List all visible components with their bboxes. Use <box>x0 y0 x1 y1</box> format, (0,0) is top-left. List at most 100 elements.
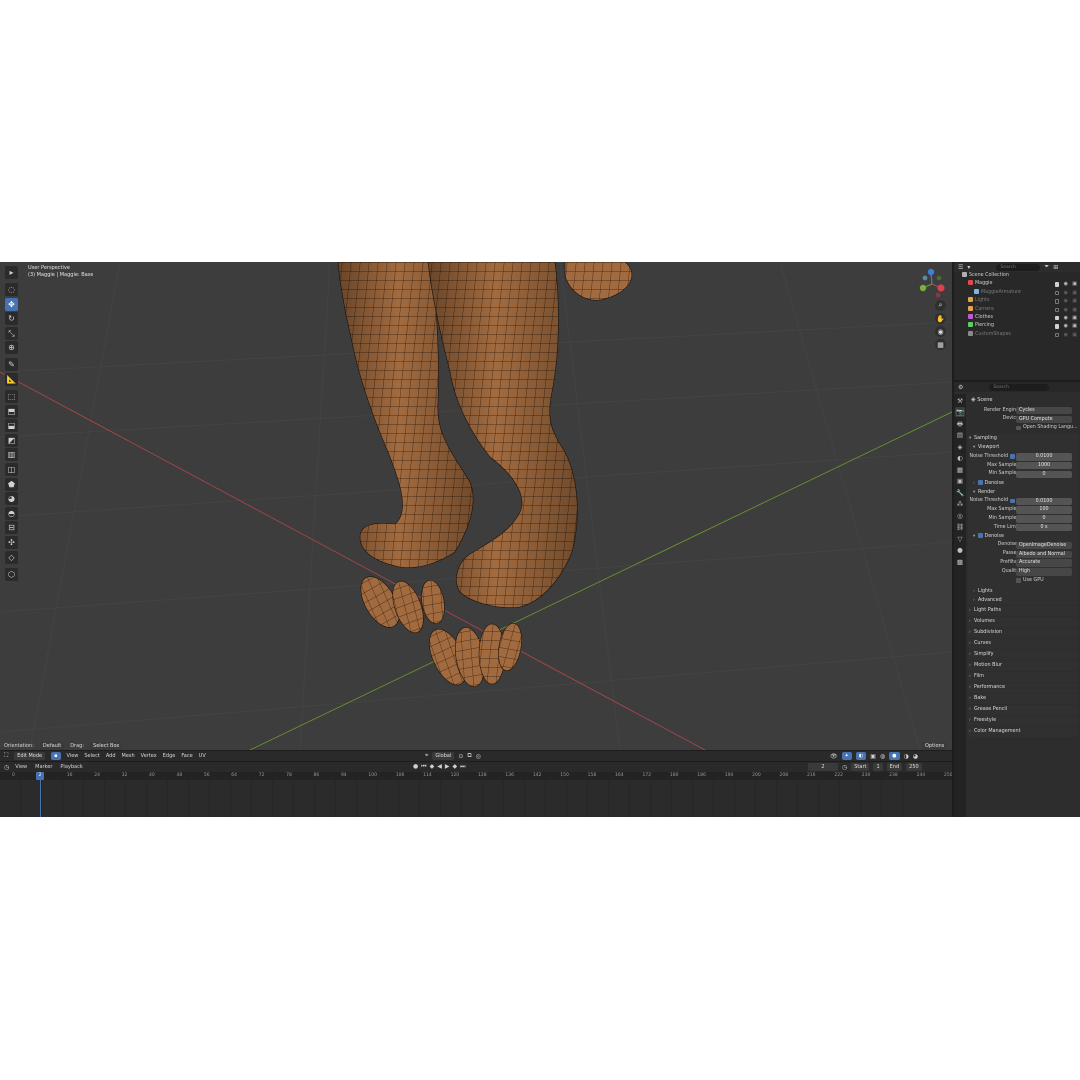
start-field[interactable]: 1 <box>873 763 883 771</box>
panel-motion-blur[interactable]: › Motion Blur <box>968 661 1078 671</box>
timeline-menu-marker[interactable]: Marker <box>35 764 52 770</box>
modifier-tab-icon[interactable]: 🔧 <box>955 488 965 498</box>
panel-header[interactable]: › Grease Pencil <box>968 705 1078 715</box>
menu-edge[interactable]: Edge <box>163 753 176 759</box>
inset-icon[interactable]: ⬓ <box>5 419 18 433</box>
transform-orientation-dropdown[interactable]: Global <box>432 752 455 760</box>
material-tab-icon[interactable]: ● <box>955 545 965 555</box>
transform-icon[interactable]: ⊕ <box>5 341 18 355</box>
playhead-frame[interactable]: 2 <box>36 772 44 780</box>
render-engine-dropdown[interactable]: Cycles <box>1016 406 1072 415</box>
z-axis-icon[interactable] <box>927 268 935 276</box>
panel-header[interactable]: › Motion Blur <box>968 661 1078 671</box>
editor-type-icon[interactable]: ⛶ <box>4 752 8 760</box>
prefilter-dropdown[interactable]: Accurate <box>1016 559 1072 567</box>
panel-film[interactable]: › Film <box>968 672 1078 682</box>
quality-dropdown[interactable]: High <box>1016 568 1072 576</box>
vp-max-field[interactable]: 1000 <box>1016 461 1072 470</box>
object-tab-icon[interactable]: ▣ <box>955 476 965 486</box>
denoiser-dropdown[interactable]: OpenImageDenoise <box>1016 541 1072 550</box>
outliner-search-input[interactable]: Search <box>996 263 1041 271</box>
panel-performance[interactable]: › Performance <box>968 683 1078 693</box>
loop-cut-icon[interactable]: ▥ <box>5 448 18 462</box>
jump-start-icon[interactable]: ⏮ <box>421 763 426 771</box>
hand-mesh[interactable] <box>564 262 633 301</box>
x-axis-icon[interactable] <box>937 284 945 292</box>
panel-header[interactable]: › Curves <box>968 639 1078 649</box>
properties-search-input[interactable]: Search <box>989 383 1050 391</box>
viewport-scene[interactable] <box>0 262 952 750</box>
panel-color-management[interactable]: › Color Management <box>968 727 1078 737</box>
panel-simplify[interactable]: › Simplify <box>968 650 1078 660</box>
end-field[interactable]: 250 <box>906 763 922 771</box>
menu-uv[interactable]: UV <box>199 753 206 759</box>
outliner-item[interactable]: Maggie ◉ ▣ <box>954 280 1080 288</box>
next-keyframe-icon[interactable]: ◆ <box>453 763 458 771</box>
eye-icon[interactable]: ◉ <box>1064 331 1068 339</box>
r-max-field[interactable]: 100 <box>1016 506 1072 514</box>
panel-bake[interactable]: › Bake <box>968 694 1078 704</box>
sampling-header[interactable]: ▾ Sampling <box>968 434 1078 444</box>
menu-vertex[interactable]: Vertex <box>141 753 157 759</box>
render-camera-icon[interactable]: ▣ <box>1072 289 1077 297</box>
material-shading-icon[interactable]: ◑ <box>904 753 909 760</box>
eye-icon[interactable]: ◉ <box>1064 280 1068 288</box>
3d-viewport[interactable]: User Perspective (3) Maggie | Maggie: Ba… <box>0 262 952 750</box>
r-noise-field[interactable]: 0.0100 <box>1016 497 1072 505</box>
passes-dropdown[interactable]: Albedo and Normal <box>1016 550 1072 558</box>
smooth-icon[interactable]: ◓ <box>5 506 18 520</box>
panel-header[interactable]: › Freestyle <box>968 716 1078 726</box>
shrink-fatten-icon[interactable]: ✣ <box>5 535 18 549</box>
measure-icon[interactable]: 📐 <box>5 372 18 386</box>
camera-view-icon[interactable]: ◉ <box>935 326 946 337</box>
eye-icon[interactable]: ◉ <box>1064 289 1068 297</box>
prev-keyframe-icon[interactable]: ◆ <box>430 763 435 771</box>
outliner-item[interactable]: CustomShapes ◉ ▣ <box>954 330 1080 339</box>
exclude-checkbox[interactable] <box>1054 282 1059 287</box>
vertex-select-icon[interactable]: ▪ <box>51 752 61 760</box>
vp-noise-checkbox[interactable] <box>1010 454 1015 459</box>
menu-face[interactable]: Face <box>181 753 192 759</box>
vp-denoise-checkbox[interactable] <box>978 480 983 485</box>
eye-icon[interactable]: ◉ <box>1064 306 1068 314</box>
rotate-icon[interactable]: ↻ <box>5 312 18 326</box>
exclude-checkbox[interactable] <box>1054 299 1059 304</box>
current-frame-field[interactable]: 2 <box>808 763 838 771</box>
outliner-item[interactable]: MaggieArmature ◉ ▣ <box>954 288 1080 297</box>
pan-hand-icon[interactable]: ✋ <box>935 313 946 324</box>
use-gpu-checkbox[interactable] <box>1016 578 1021 583</box>
timeline-area[interactable] <box>0 780 916 817</box>
outliner-item[interactable]: Camera ◉ ▣ <box>954 305 1080 314</box>
timeline-menu-view[interactable]: View <box>15 764 27 770</box>
perspective-toggle-icon[interactable]: ▦ <box>935 339 946 350</box>
outliner-item[interactable]: Clothes ◉ ▣ <box>954 313 1080 322</box>
panel-header[interactable]: › Color Management <box>968 727 1078 737</box>
menu-view[interactable]: View <box>67 753 79 759</box>
timeline-ruler[interactable]: 0816243240485664727886941001061141201281… <box>0 772 952 780</box>
tool-tab-icon[interactable]: ⚒ <box>955 396 965 406</box>
data-tab-icon[interactable]: ▽ <box>955 534 965 544</box>
r-noise-checkbox[interactable] <box>1010 498 1015 504</box>
snap-icon[interactable]: ⧉ <box>467 752 471 760</box>
render-camera-icon[interactable]: ▣ <box>1072 297 1077 305</box>
proportional-edit-icon[interactable]: ◎ <box>476 753 481 760</box>
collection-tab-icon[interactable]: ▦ <box>955 465 965 475</box>
scale-icon[interactable]: ⤡ <box>5 326 18 340</box>
panel-subdivision[interactable]: › Subdivision <box>968 628 1078 638</box>
poly-build-icon[interactable]: ⬟ <box>5 477 18 491</box>
panel-curves[interactable]: › Curves <box>968 639 1078 649</box>
panel-header[interactable]: › Simplify <box>968 650 1078 660</box>
cursor-icon[interactable]: ▸ <box>5 266 18 279</box>
r-denoise-header[interactable]: ▾ Denoise <box>968 532 1078 541</box>
outliner-item[interactable]: Scene Collection <box>954 272 1080 280</box>
add-cube-icon[interactable]: ⬚ <box>5 389 18 403</box>
render-camera-icon[interactable]: ▣ <box>1072 314 1077 322</box>
extrude-icon[interactable]: ⬒ <box>5 404 18 418</box>
device-dropdown[interactable]: GPU Compute <box>1016 415 1072 423</box>
spin-icon[interactable]: ◕ <box>5 492 18 506</box>
menu-select[interactable]: Select <box>84 753 99 759</box>
panel-header[interactable]: › Performance <box>968 683 1078 693</box>
eye-icon[interactable]: ◉ <box>1064 297 1068 305</box>
rendered-shading-icon[interactable]: ◕ <box>913 753 918 760</box>
panel-light-paths[interactable]: › Light Paths <box>968 606 1078 616</box>
